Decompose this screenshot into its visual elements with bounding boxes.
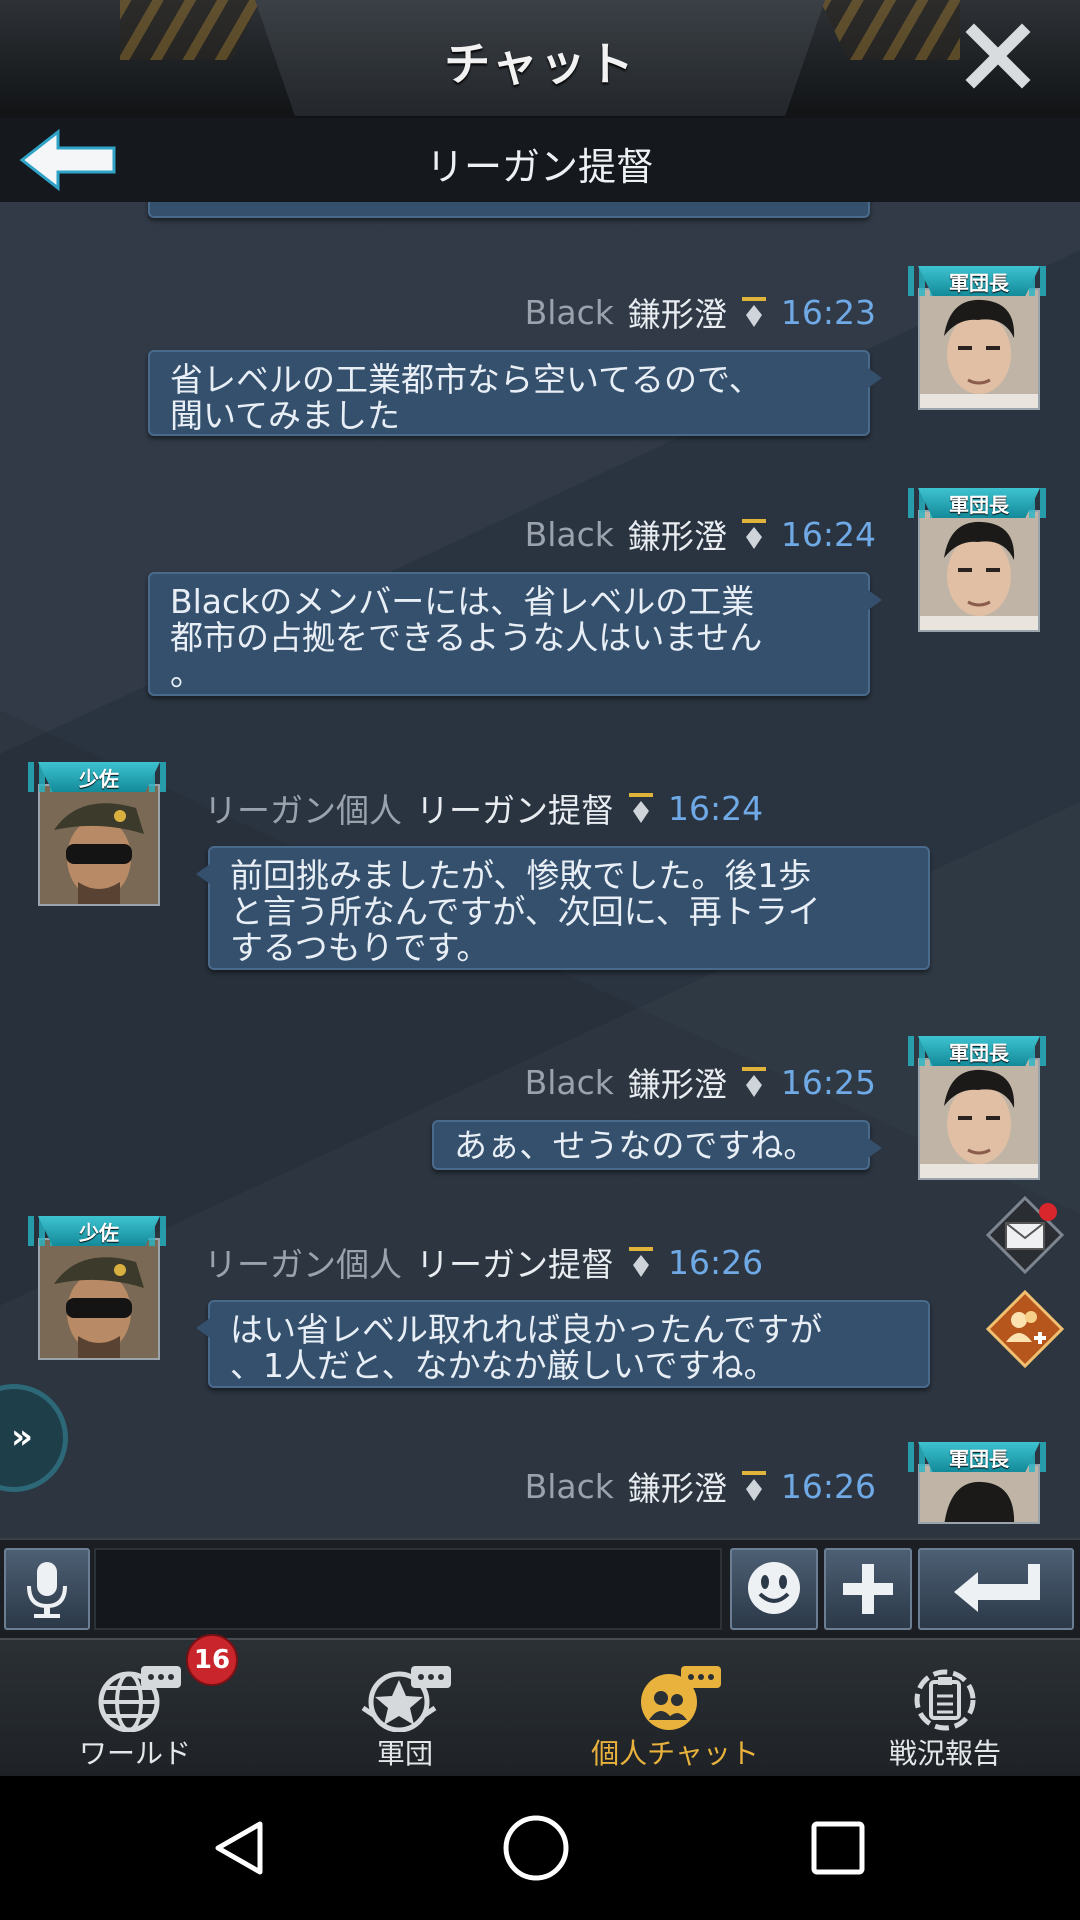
chat-partner-header: リーガン提督 xyxy=(0,118,1080,204)
message-bubble[interactable]: あぁ、せうなのですね。 xyxy=(432,1120,882,1170)
star-chat-icon xyxy=(361,1666,451,1732)
nav-world[interactable]: 16 ワールド xyxy=(0,1634,270,1778)
report-icon xyxy=(914,1669,976,1731)
close-icon[interactable] xyxy=(964,22,1032,90)
people-chat-icon xyxy=(641,1666,721,1730)
rank-icon xyxy=(741,1471,766,1501)
message-meta: リーガン個人 リーガン提督 16:24 xyxy=(204,788,764,831)
add-friend-icon[interactable] xyxy=(986,1290,1064,1368)
chat-partner-name: リーガン提督 xyxy=(425,145,654,189)
rank-icon xyxy=(741,1067,766,1097)
message-input-bar xyxy=(0,1538,1080,1640)
attach-button[interactable] xyxy=(824,1548,912,1630)
smiley-icon xyxy=(748,1562,800,1614)
avatar[interactable] xyxy=(38,784,160,906)
microphone-icon xyxy=(27,1562,67,1618)
message-meta: Black 鎌形澄 16:26 xyxy=(524,1466,876,1509)
chat-message-list[interactable]: Black 鎌形澄 16:23 省レベルの工業都市なら空いてるので、 聞いてみま… xyxy=(0,202,1080,1538)
rank-badge: 少佐 xyxy=(38,1216,160,1246)
rank-badge: 少佐 xyxy=(38,762,160,792)
enter-arrow-icon xyxy=(954,1564,1040,1612)
page-title: チャット xyxy=(444,37,636,91)
nav-private-chat[interactable]: 個人チャット xyxy=(540,1640,810,1778)
message-bubble[interactable]: 前回挑みましたが、惨敗でした。後1歩 と言う所なんですが、次回に、再トライ する… xyxy=(196,846,930,970)
back-icon[interactable] xyxy=(210,1818,270,1878)
mail-icon[interactable] xyxy=(986,1196,1064,1274)
rank-badge: 軍団長 xyxy=(918,488,1040,518)
rank-icon xyxy=(741,297,766,327)
avatar[interactable] xyxy=(918,510,1040,632)
voice-button[interactable] xyxy=(4,1548,90,1630)
plus-icon xyxy=(843,1564,893,1614)
recent-apps-icon[interactable] xyxy=(810,1820,866,1876)
message-meta: Black 鎌形澄 16:25 xyxy=(524,1062,876,1105)
side-expand-tab[interactable]: » xyxy=(0,1384,68,1492)
nav-legion[interactable]: 軍団 xyxy=(270,1640,540,1778)
nav-battle-report[interactable]: 戦況報告 xyxy=(810,1640,1080,1778)
rank-badge: 軍団長 xyxy=(918,1442,1040,1472)
previous-message-bubble xyxy=(148,202,870,218)
top-header: チャット xyxy=(0,0,1080,121)
rank-icon xyxy=(629,793,653,823)
rank-icon xyxy=(741,519,766,549)
send-button[interactable] xyxy=(918,1548,1074,1630)
emoji-button[interactable] xyxy=(730,1548,818,1630)
message-meta: Black 鎌形澄 16:24 xyxy=(524,514,876,557)
system-navigation-bar xyxy=(0,1776,1080,1920)
rank-badge: 軍団長 xyxy=(918,1036,1040,1066)
avatar[interactable] xyxy=(918,288,1040,410)
rank-icon xyxy=(629,1247,653,1277)
message-input[interactable] xyxy=(94,1548,722,1630)
message-bubble[interactable]: はい省レベル取れれば良かったんですが 、1人だと、なかなか厳しいですね。 xyxy=(196,1300,930,1388)
rank-badge: 軍団長 xyxy=(918,266,1040,296)
notification-badge: 16 xyxy=(186,1634,238,1686)
message-meta: Black 鎌形澄 16:23 xyxy=(524,292,876,335)
home-icon[interactable] xyxy=(502,1814,570,1882)
bottom-navigation: 16 ワールド 軍団 個人チャット 戦況報告 xyxy=(0,1634,1080,1778)
globe-chat-icon xyxy=(98,1666,181,1732)
avatar[interactable] xyxy=(918,1058,1040,1180)
avatar[interactable] xyxy=(918,1464,1040,1524)
avatar[interactable] xyxy=(38,1238,160,1360)
message-meta: リーガン個人 リーガン提督 16:26 xyxy=(204,1242,764,1285)
message-bubble[interactable]: 省レベルの工業都市なら空いてるので、 聞いてみました xyxy=(148,350,882,436)
message-bubble[interactable]: Blackのメンバーには、省レベルの工業 都市の占拠をできるような人はいません … xyxy=(148,572,882,696)
